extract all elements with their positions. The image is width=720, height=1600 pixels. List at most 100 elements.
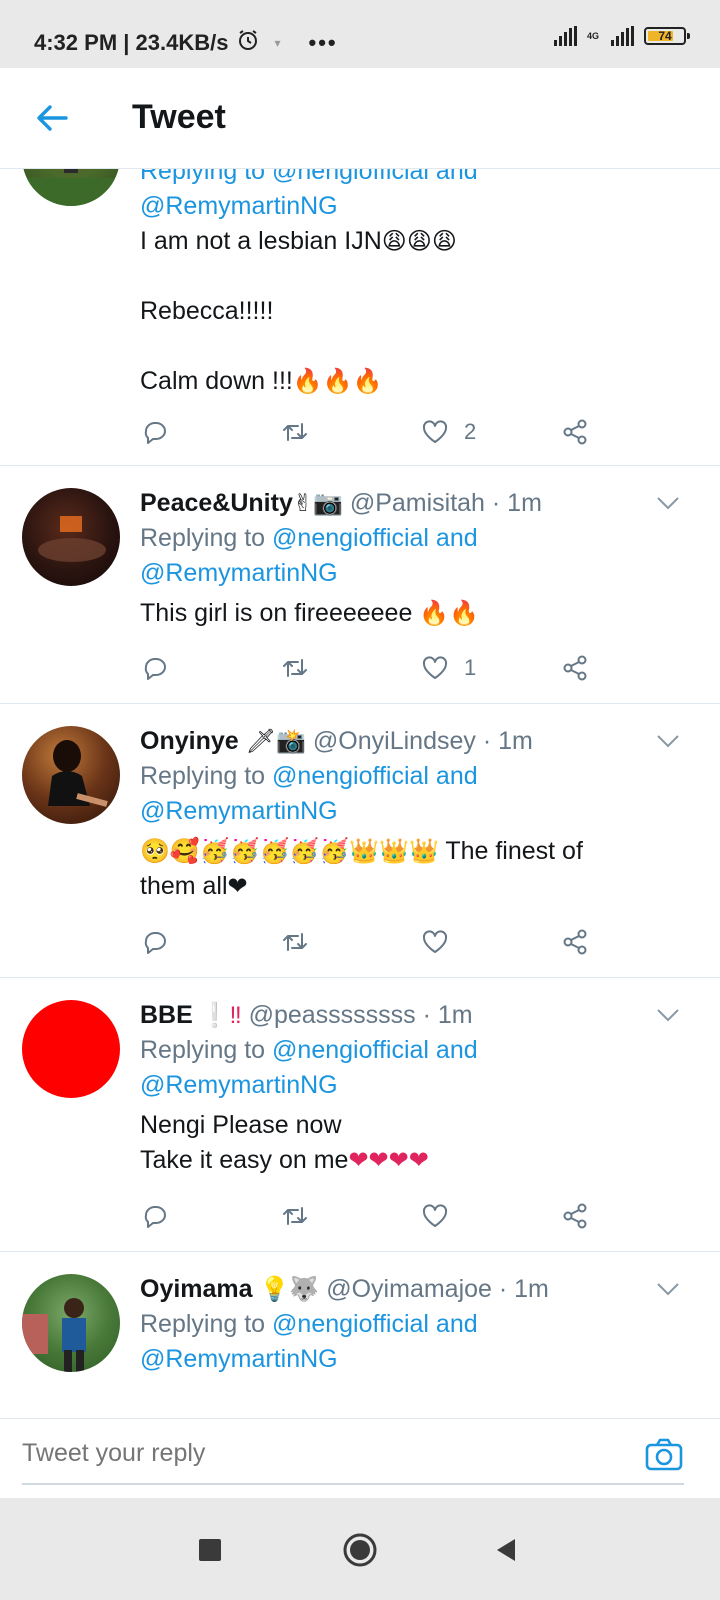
author-name-emoji: 🗡📸 [245, 728, 306, 755]
retweet-button[interactable] [280, 927, 420, 957]
like-button[interactable]: 2 [420, 417, 560, 447]
reply-button[interactable] [140, 653, 280, 683]
reply-composer [0, 1418, 720, 1499]
like-count: 1 [464, 655, 477, 680]
share-button[interactable] [560, 1201, 600, 1231]
author-name[interactable]: Onyinye [140, 727, 239, 755]
reply-handle-link[interactable]: @RemymartinNG [140, 1342, 690, 1377]
replying-to: Replying to @nengiofficial and [140, 1307, 690, 1342]
reply-handle-link[interactable]: @RemymartinNG [140, 1068, 690, 1103]
author-handle-time[interactable]: @Oyimamajoe · 1m [326, 1275, 549, 1303]
retweet-button[interactable] [280, 1201, 420, 1231]
tweet-text: Nengi Please now [140, 1111, 342, 1139]
top-app-bar: Tweet [0, 68, 720, 169]
chevron-down-icon[interactable] [656, 1282, 680, 1296]
tweet-item[interactable]: Oyimama 💡🐺 @Oyimamajoe · 1m Replying to … [0, 1252, 720, 1418]
reply-icon [144, 932, 166, 954]
replying-to: Replying to @nengiofficial and [140, 759, 690, 794]
tweet-item[interactable]: BBE ❕‼ @peassssssss · 1m Replying to @ne… [0, 978, 720, 1252]
chevron-down-icon: ▾ [274, 36, 281, 50]
avatar[interactable] [22, 1000, 120, 1098]
status-right: 4G 74 [553, 26, 690, 46]
recents-square-icon[interactable] [188, 1528, 232, 1572]
retweet-button[interactable] [280, 653, 420, 683]
chevron-down-icon[interactable] [656, 734, 680, 748]
back-arrow-icon[interactable] [32, 98, 72, 138]
tweet-author-line: Peace&Unity✌📷 @Pamisitah · 1m [140, 486, 690, 521]
tweet-text: I am not a lesbian IJN😩😩😩 [140, 224, 690, 259]
share-button[interactable] [560, 927, 600, 957]
reply-handle-link[interactable]: @RemymartinNG [140, 794, 690, 829]
battery-level: 74 [658, 29, 672, 43]
reply-underline [22, 1483, 684, 1485]
tweet-item[interactable]: Onyinye 🗡📸 @OnyiLindsey · 1m Replying to… [0, 704, 720, 978]
status-left: 4:32 PM | 23.4KB/s ▾ ••• [34, 28, 338, 58]
heart-icon [422, 420, 448, 443]
replying-to-link[interactable]: @nengiofficial and [272, 762, 478, 790]
replying-to-label: Replying to [140, 1310, 273, 1338]
chevron-down-icon[interactable] [656, 496, 680, 510]
reply-feed[interactable]: Replying to @nengiofficial and @Remymart… [0, 168, 720, 1418]
tweet-text-content: them all [140, 872, 228, 900]
heart-icon [422, 656, 448, 679]
reply-button[interactable] [140, 417, 280, 447]
like-button[interactable] [420, 1201, 560, 1231]
reply-handle-link[interactable]: @RemymartinNG [140, 189, 690, 224]
home-circle-icon[interactable] [338, 1528, 382, 1572]
author-handle-time[interactable]: @peassssssss · 1m [249, 1001, 473, 1029]
replying-to: Replying to @nengiofficial and [140, 521, 690, 556]
author-name-emoji: ❕‼ [199, 1002, 242, 1029]
status-bar: 4:32 PM | 23.4KB/s ▾ ••• 4G 74 [0, 0, 720, 68]
system-nav-bar [0, 1498, 720, 1600]
share-icon [563, 929, 587, 955]
avatar[interactable] [22, 726, 120, 824]
share-icon [563, 1203, 587, 1229]
author-name[interactable]: BBE [140, 1001, 193, 1029]
reply-button[interactable] [140, 1201, 280, 1231]
tweet-author-line: BBE ❕‼ @peassssssss · 1m [140, 998, 690, 1033]
tweet-text: 🥺🥰🥳🥳🥳🥳🥳👑👑👑 The finest of [140, 834, 690, 869]
camera-icon[interactable] [644, 1435, 684, 1475]
avatar[interactable] [22, 168, 120, 206]
reply-icon [144, 422, 166, 444]
heart-icon [422, 930, 448, 953]
replying-to: Replying to @nengiofficial and [140, 1033, 690, 1068]
fire-emoji: 🔥🔥 [419, 600, 480, 627]
avatar[interactable] [22, 488, 120, 586]
like-button[interactable] [420, 927, 560, 957]
fire-emoji: 🔥🔥🔥 [292, 368, 383, 395]
tweet-actions [140, 1196, 610, 1236]
more-dots-icon: ••• [308, 30, 338, 55]
author-name[interactable]: Peace&Unity [140, 489, 293, 517]
author-handle-time[interactable]: @Pamisitah · 1m [350, 489, 542, 517]
author-name[interactable]: Oyimama [140, 1275, 253, 1303]
emoji-sequence: 🥺🥰🥳🥳🥳🥳🥳👑👑👑 [140, 838, 439, 865]
red-heart-emoji: ❤ [227, 873, 248, 900]
tweet-text-line: I am not a lesbian IJN [140, 227, 382, 255]
share-button[interactable] [560, 653, 600, 683]
tweet-author-line: Oyimama 💡🐺 @Oyimamajoe · 1m [140, 1272, 690, 1307]
tweet-text-line: Calm down !!! [140, 367, 293, 395]
tweet-item[interactable]: Replying to @nengiofficial and @Remymart… [0, 168, 720, 466]
reply-handle-link[interactable]: @RemymartinNG [140, 556, 690, 591]
author-name-emoji: ✌📷 [292, 490, 343, 517]
replying-to-link[interactable]: @nengiofficial and [272, 524, 478, 552]
page-title: Tweet [132, 98, 226, 136]
tweet-reply-input[interactable] [22, 1431, 642, 1475]
tweet-item[interactable]: Peace&Unity✌📷 @Pamisitah · 1m Replying t… [0, 466, 720, 704]
tweet-text-content: The finest of [438, 837, 583, 865]
chevron-down-icon[interactable] [656, 1008, 680, 1022]
heart-icon [422, 1204, 448, 1227]
back-triangle-icon[interactable] [484, 1528, 528, 1572]
like-button[interactable]: 1 [420, 653, 560, 683]
replying-to-partial[interactable]: Replying to @nengiofficial and [140, 168, 690, 189]
avatar[interactable] [22, 1274, 120, 1372]
reply-icon [144, 658, 166, 680]
replying-to-link[interactable]: @nengiofficial and [272, 1036, 478, 1064]
reply-button[interactable] [140, 927, 280, 957]
replying-to-link[interactable]: @nengiofficial and [272, 1310, 478, 1338]
tweet-text: This girl is on fireeeeeee 🔥🔥 [140, 596, 690, 631]
author-handle-time[interactable]: @OnyiLindsey · 1m [313, 727, 533, 755]
share-button[interactable] [560, 417, 600, 447]
retweet-button[interactable] [280, 417, 420, 447]
